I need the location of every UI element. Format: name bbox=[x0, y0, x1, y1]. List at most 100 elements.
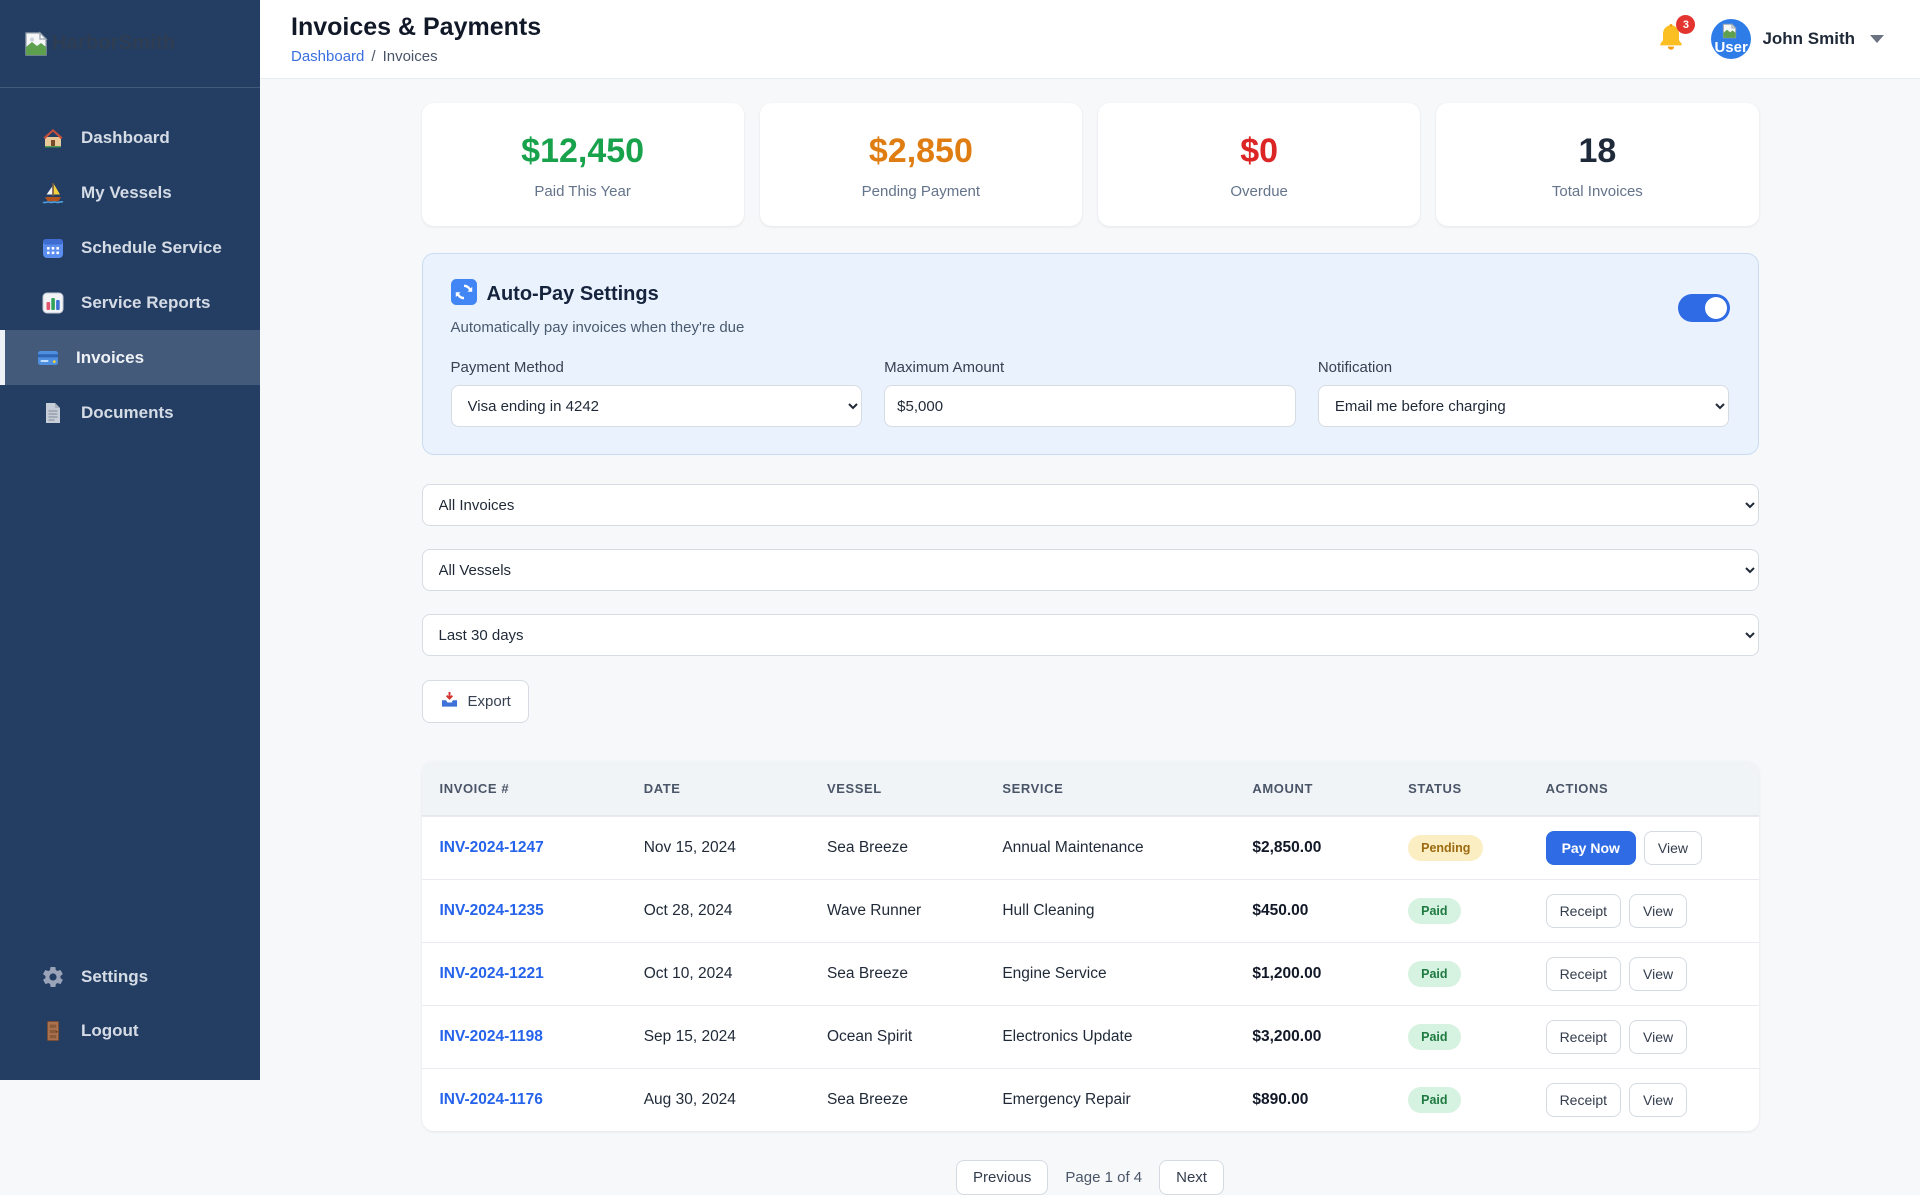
view-button[interactable]: View bbox=[1629, 894, 1688, 928]
view-button[interactable]: View bbox=[1629, 957, 1688, 991]
receipt-button[interactable]: Receipt bbox=[1545, 894, 1622, 928]
topbar-titles: Invoices & Payments Dashboard / Invoices bbox=[291, 13, 541, 65]
invoice-amount: $890.00 bbox=[1252, 1091, 1309, 1108]
stats-cards: $12,450 Paid This Year $2,850 Pending Pa… bbox=[421, 103, 1759, 226]
invoice-date: Aug 30, 2024 bbox=[643, 1091, 736, 1108]
chevron-down-icon bbox=[1870, 35, 1884, 43]
sidebar-item-schedule-service[interactable]: Schedule Service bbox=[0, 220, 260, 275]
sidebar-item-logout[interactable]: Logout bbox=[0, 1004, 260, 1058]
view-button[interactable]: View bbox=[1629, 1020, 1688, 1054]
breadcrumb-separator: / bbox=[371, 48, 376, 65]
sidebar-item-service-reports[interactable]: Service Reports bbox=[0, 275, 260, 330]
vessel-filter-select[interactable]: All Vessels bbox=[421, 549, 1759, 591]
breadcrumb: Dashboard / Invoices bbox=[291, 48, 541, 65]
calendar-icon bbox=[41, 236, 65, 260]
avatar: User bbox=[1711, 19, 1752, 59]
date-range-filter-select[interactable]: Last 30 days bbox=[421, 614, 1759, 656]
autopay-title: Auto-Pay Settings bbox=[486, 283, 659, 305]
credit-card-icon bbox=[36, 346, 60, 370]
user-menu[interactable]: User John Smith bbox=[1711, 19, 1884, 59]
receipt-button[interactable]: Receipt bbox=[1545, 1020, 1622, 1054]
sailboat-icon bbox=[41, 181, 65, 205]
notification-label: Notification bbox=[1317, 359, 1393, 376]
stat-label: Total Invoices bbox=[1551, 183, 1643, 200]
invoice-status-filter-select[interactable]: All Invoices bbox=[421, 484, 1759, 526]
invoice-link[interactable]: INV-2024-1198 bbox=[440, 1028, 543, 1045]
avatar-alt-text: User bbox=[1714, 39, 1748, 56]
document-icon bbox=[41, 401, 65, 425]
bell-icon bbox=[1655, 24, 1687, 58]
export-button-label: Export bbox=[467, 693, 511, 710]
sidebar-item-invoices[interactable]: Invoices bbox=[0, 330, 260, 385]
maximum-amount-label: Maximum Amount bbox=[884, 359, 1005, 376]
payment-method-label: Payment Method bbox=[450, 359, 564, 376]
sidebar-item-documents[interactable]: Documents bbox=[0, 385, 260, 440]
stat-label: Paid This Year bbox=[534, 183, 631, 200]
notification-select[interactable]: Email me before charging bbox=[1317, 385, 1730, 427]
auto-pay-refresh-icon bbox=[450, 279, 477, 310]
pay-now-button[interactable]: Pay Now bbox=[1545, 831, 1636, 865]
invoice-link[interactable]: INV-2024-1221 bbox=[440, 965, 544, 982]
next-page-button[interactable]: Next bbox=[1159, 1160, 1224, 1195]
stat-card-pending-payment: $2,850 Pending Payment bbox=[759, 103, 1082, 226]
breadcrumb-current: Invoices bbox=[382, 48, 438, 65]
status-badge: Paid bbox=[1408, 1087, 1461, 1113]
invoice-amount: $1,200.00 bbox=[1252, 965, 1322, 982]
status-badge: Pending bbox=[1408, 835, 1484, 861]
invoice-amount: $2,850.00 bbox=[1252, 839, 1322, 856]
table-row: INV-2024-1221 Oct 10, 2024 Sea Breeze En… bbox=[421, 942, 1759, 1005]
maximum-amount-input[interactable] bbox=[884, 385, 1296, 427]
notification-badge: 3 bbox=[1676, 15, 1696, 34]
invoice-vessel: Sea Breeze bbox=[826, 965, 908, 982]
view-button[interactable]: View bbox=[1643, 831, 1703, 865]
notifications-button[interactable]: 3 bbox=[1655, 15, 1696, 58]
stat-card-total-invoices: 18 Total Invoices bbox=[1436, 103, 1759, 226]
breadcrumb-dashboard-link[interactable]: Dashboard bbox=[291, 48, 364, 65]
invoice-link[interactable]: INV-2024-1176 bbox=[440, 1091, 543, 1108]
export-button[interactable]: Export bbox=[421, 680, 529, 723]
column-header-amount: Amount bbox=[1252, 780, 1314, 796]
sidebar-item-label: Invoices bbox=[76, 347, 145, 367]
user-name: John Smith bbox=[1762, 29, 1855, 48]
stat-value: 18 bbox=[1578, 132, 1617, 170]
receipt-button[interactable]: Receipt bbox=[1545, 1083, 1622, 1117]
stat-label: Pending Payment bbox=[861, 183, 981, 200]
house-icon bbox=[41, 126, 65, 150]
stat-label: Overdue bbox=[1230, 183, 1288, 200]
sidebar-item-label: My Vessels bbox=[81, 182, 172, 202]
status-badge: Paid bbox=[1408, 898, 1461, 924]
invoice-link[interactable]: INV-2024-1247 bbox=[440, 839, 544, 856]
page-status: Page 1 of 4 bbox=[1065, 1169, 1143, 1186]
topbar: Invoices & Payments Dashboard / Invoices bbox=[260, 0, 1920, 79]
table-row: INV-2024-1247 Nov 15, 2024 Sea Breeze An… bbox=[421, 816, 1759, 879]
sidebar-item-label: Documents bbox=[81, 402, 174, 422]
pagination: Previous Page 1 of 4 Next bbox=[422, 1160, 1759, 1195]
app-name: HarborSmith bbox=[52, 32, 176, 54]
sidebar-item-settings[interactable]: Settings bbox=[0, 950, 260, 1004]
status-badge: Paid bbox=[1408, 961, 1461, 987]
payment-method-select[interactable]: Visa ending in 4242 bbox=[450, 385, 863, 427]
page-title: Invoices & Payments bbox=[291, 13, 542, 41]
sidebar-item-label: Logout bbox=[81, 1021, 139, 1040]
stat-value: $2,850 bbox=[868, 132, 973, 170]
autopay-toggle[interactable] bbox=[1677, 293, 1730, 322]
view-button[interactable]: View bbox=[1629, 1083, 1688, 1117]
sidebar-item-dashboard[interactable]: Dashboard bbox=[0, 110, 260, 165]
invoice-date: Nov 15, 2024 bbox=[643, 839, 736, 856]
column-header-invoice: Invoice # bbox=[439, 780, 510, 796]
invoice-vessel: Ocean Spirit bbox=[826, 1028, 913, 1045]
invoice-link[interactable]: INV-2024-1235 bbox=[440, 902, 544, 919]
sidebar-item-label: Dashboard bbox=[81, 127, 170, 147]
gear-icon bbox=[41, 965, 65, 989]
invoice-date: Oct 28, 2024 bbox=[643, 902, 733, 919]
sidebar: HarborSmith Dashboard My Vessels Schedul… bbox=[0, 0, 260, 1080]
sidebar-item-my-vessels[interactable]: My Vessels bbox=[0, 165, 260, 220]
invoice-vessel: Sea Breeze bbox=[826, 839, 908, 856]
stat-card-paid-this-year: $12,450 Paid This Year bbox=[421, 103, 744, 226]
invoice-service: Engine Service bbox=[1002, 965, 1107, 982]
receipt-button[interactable]: Receipt bbox=[1545, 957, 1622, 991]
invoice-amount: $450.00 bbox=[1252, 902, 1309, 919]
previous-page-button[interactable]: Previous bbox=[956, 1160, 1049, 1195]
topbar-right: 3 User John Smith bbox=[1655, 15, 1884, 59]
sidebar-item-label: Schedule Service bbox=[81, 237, 222, 257]
